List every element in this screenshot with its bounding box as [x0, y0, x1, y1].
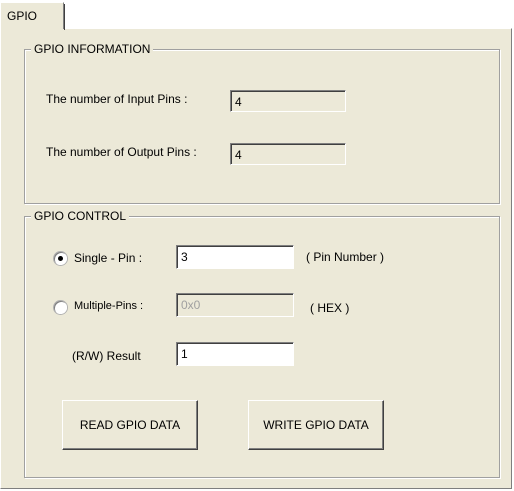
input-pins-value: 4 — [235, 95, 242, 109]
hex-hint: ( HEX ) — [310, 301, 350, 315]
tab-gpio[interactable]: GPIO — [0, 2, 65, 30]
multiple-pins-label[interactable]: Multiple-Pins : — [74, 300, 143, 312]
radio-selected-dot — [58, 256, 63, 261]
tab-panel-gpio: GPIO INFORMATION The number of Input Pin… — [0, 28, 512, 489]
multiple-pins-input[interactable] — [176, 293, 294, 317]
gpio-window: GPIO GPIO INFORMATION The number of Inpu… — [0, 0, 514, 491]
input-pins-label: The number of Input Pins : — [46, 92, 188, 106]
multiple-pins-radio[interactable] — [54, 301, 67, 314]
single-pin-input[interactable] — [176, 245, 294, 269]
result-label: (R/W) Result — [72, 349, 141, 363]
gpio-control-group: GPIO CONTROL Single - Pin : ( Pin Number… — [24, 208, 500, 478]
read-gpio-data-button[interactable]: READ GPIO DATA — [62, 400, 198, 450]
tab-gpio-label: GPIO — [7, 9, 38, 23]
gpio-control-title: GPIO CONTROL — [31, 208, 130, 224]
tab-edge — [64, 4, 65, 30]
result-input[interactable] — [176, 342, 294, 366]
single-pin-radio[interactable] — [54, 252, 67, 265]
output-pins-label: The number of Output Pins : — [46, 145, 197, 159]
gpio-information-title: GPIO INFORMATION — [31, 41, 154, 57]
single-pin-label[interactable]: Single - Pin : — [74, 251, 142, 265]
output-pins-value: 4 — [235, 148, 242, 162]
output-pins-value-field: 4 — [230, 143, 346, 165]
pin-number-hint: ( Pin Number ) — [306, 250, 385, 264]
write-gpio-data-button[interactable]: WRITE GPIO DATA — [248, 400, 384, 450]
gpio-information-group: GPIO INFORMATION The number of Input Pin… — [24, 41, 500, 204]
input-pins-value-field: 4 — [230, 90, 346, 112]
